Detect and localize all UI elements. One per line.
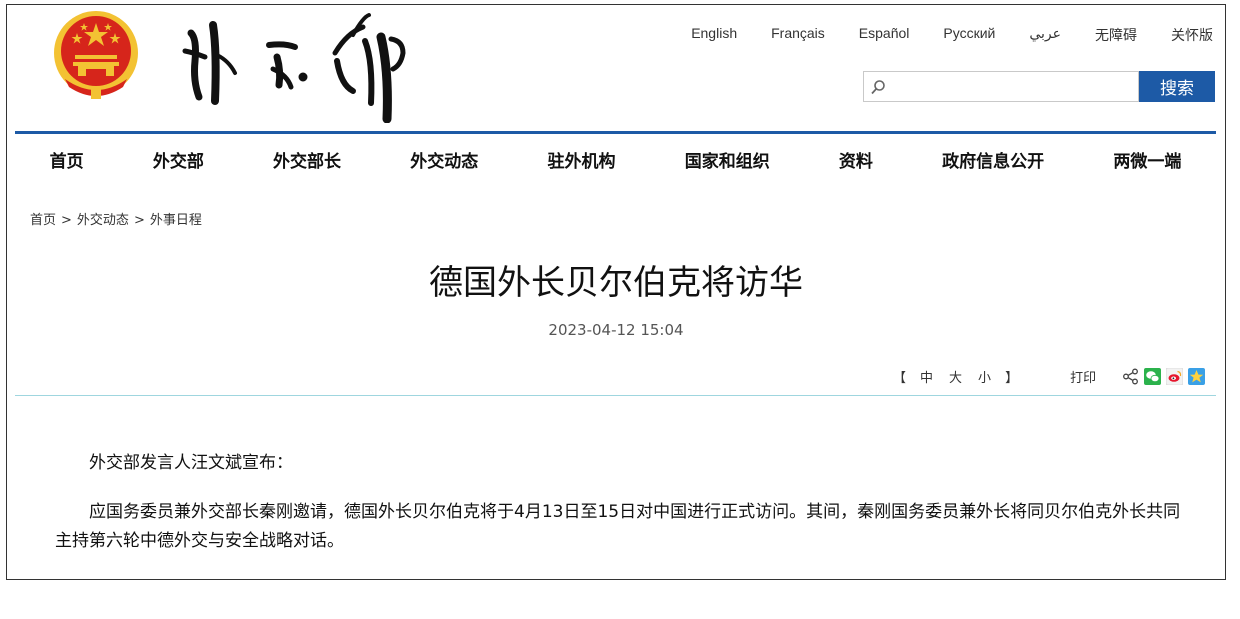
accessibility-link[interactable]: 无障碍 [1095, 25, 1137, 45]
search-field-wrapper [863, 71, 1139, 102]
nav-item-government-info[interactable]: 政府信息公开 [942, 147, 1044, 172]
lang-arabic-link[interactable]: عربي [1029, 25, 1061, 45]
article-paragraph: 外交部发言人汪文斌宣布： [89, 453, 293, 473]
lang-russian-link[interactable]: Русский [943, 25, 995, 45]
wechat-icon[interactable] [1144, 368, 1162, 385]
font-size-medium[interactable]: 中 [920, 367, 933, 386]
share-icon[interactable] [1122, 368, 1139, 385]
nav-item-missions-abroad[interactable]: 驻外机构 [547, 147, 615, 172]
article-paragraph: 应国务委员兼外交部长秦刚邀请，德国外长贝尔伯克将于4月13日至15日对中国进行正… [55, 502, 1181, 551]
lang-english-link[interactable]: English [691, 25, 737, 45]
search-input[interactable] [890, 76, 1134, 100]
language-bar: English Français Español Русский عربي 无障… [657, 25, 1213, 45]
lang-french-link[interactable]: Français [771, 25, 825, 45]
article-divider [15, 395, 1216, 396]
article-title: 德国外长贝尔伯克将访华 [429, 263, 803, 303]
share-bar [1122, 367, 1206, 386]
nav-item-resources[interactable]: 资料 [839, 147, 873, 172]
elderly-care-link[interactable]: 关怀版 [1171, 25, 1213, 45]
breadcrumb-foreign-affairs-schedule[interactable]: 外事日程 [150, 213, 202, 228]
font-size-close-bracket: 】 [1005, 371, 1019, 386]
nav-item-minister[interactable]: 外交部长 [273, 147, 341, 172]
article-body: 外交部发言人汪文斌宣布： 应国务委员兼外交部长秦刚邀请，德国外长贝尔伯克将于4月… [55, 449, 1185, 576]
national-emblem-logo[interactable] [51, 9, 141, 101]
article-date: 2023-04-12 15:04 [548, 321, 684, 339]
nav-item-social-media[interactable]: 两微一端 [1113, 147, 1181, 172]
font-size-selector: 【 中 大 小 】 [887, 367, 1024, 386]
weibo-icon[interactable] [1165, 367, 1184, 386]
breadcrumb-separator: > [61, 213, 72, 228]
qzone-icon[interactable] [1188, 368, 1206, 385]
article-tools: 【 中 大 小 】 打印 [887, 367, 1206, 386]
nav-item-ministry[interactable]: 外交部 [153, 147, 204, 172]
nav-top-rule [15, 131, 1216, 134]
nav-item-home[interactable]: 首页 [50, 147, 84, 172]
breadcrumb-diplomatic-news[interactable]: 外交动态 [77, 213, 129, 228]
search-icon [871, 80, 885, 95]
font-size-open-bracket: 【 [893, 371, 907, 386]
nav-item-countries-organizations[interactable]: 国家和组织 [685, 147, 770, 172]
lang-spanish-link[interactable]: Español [859, 25, 910, 45]
breadcrumb: 首页 > 外交动态 > 外事日程 [30, 209, 202, 228]
print-button[interactable]: 打印 [1070, 367, 1096, 386]
main-nav: 首页 外交部 外交部长 外交动态 驻外机构 国家和组织 资料 政府信息公开 两微… [15, 136, 1216, 182]
search-bar: 搜索 [863, 71, 1215, 102]
page-frame: English Français Español Русский عربي 无障… [6, 4, 1226, 580]
breadcrumb-home[interactable]: 首页 [30, 213, 56, 228]
font-size-large[interactable]: 大 [949, 367, 962, 386]
breadcrumb-separator: > [133, 213, 145, 228]
search-button[interactable]: 搜索 [1139, 71, 1215, 102]
nav-item-diplomatic-news[interactable]: 外交动态 [410, 147, 478, 172]
font-size-small[interactable]: 小 [978, 367, 991, 386]
ministry-calligraphy-logo[interactable] [177, 11, 417, 123]
